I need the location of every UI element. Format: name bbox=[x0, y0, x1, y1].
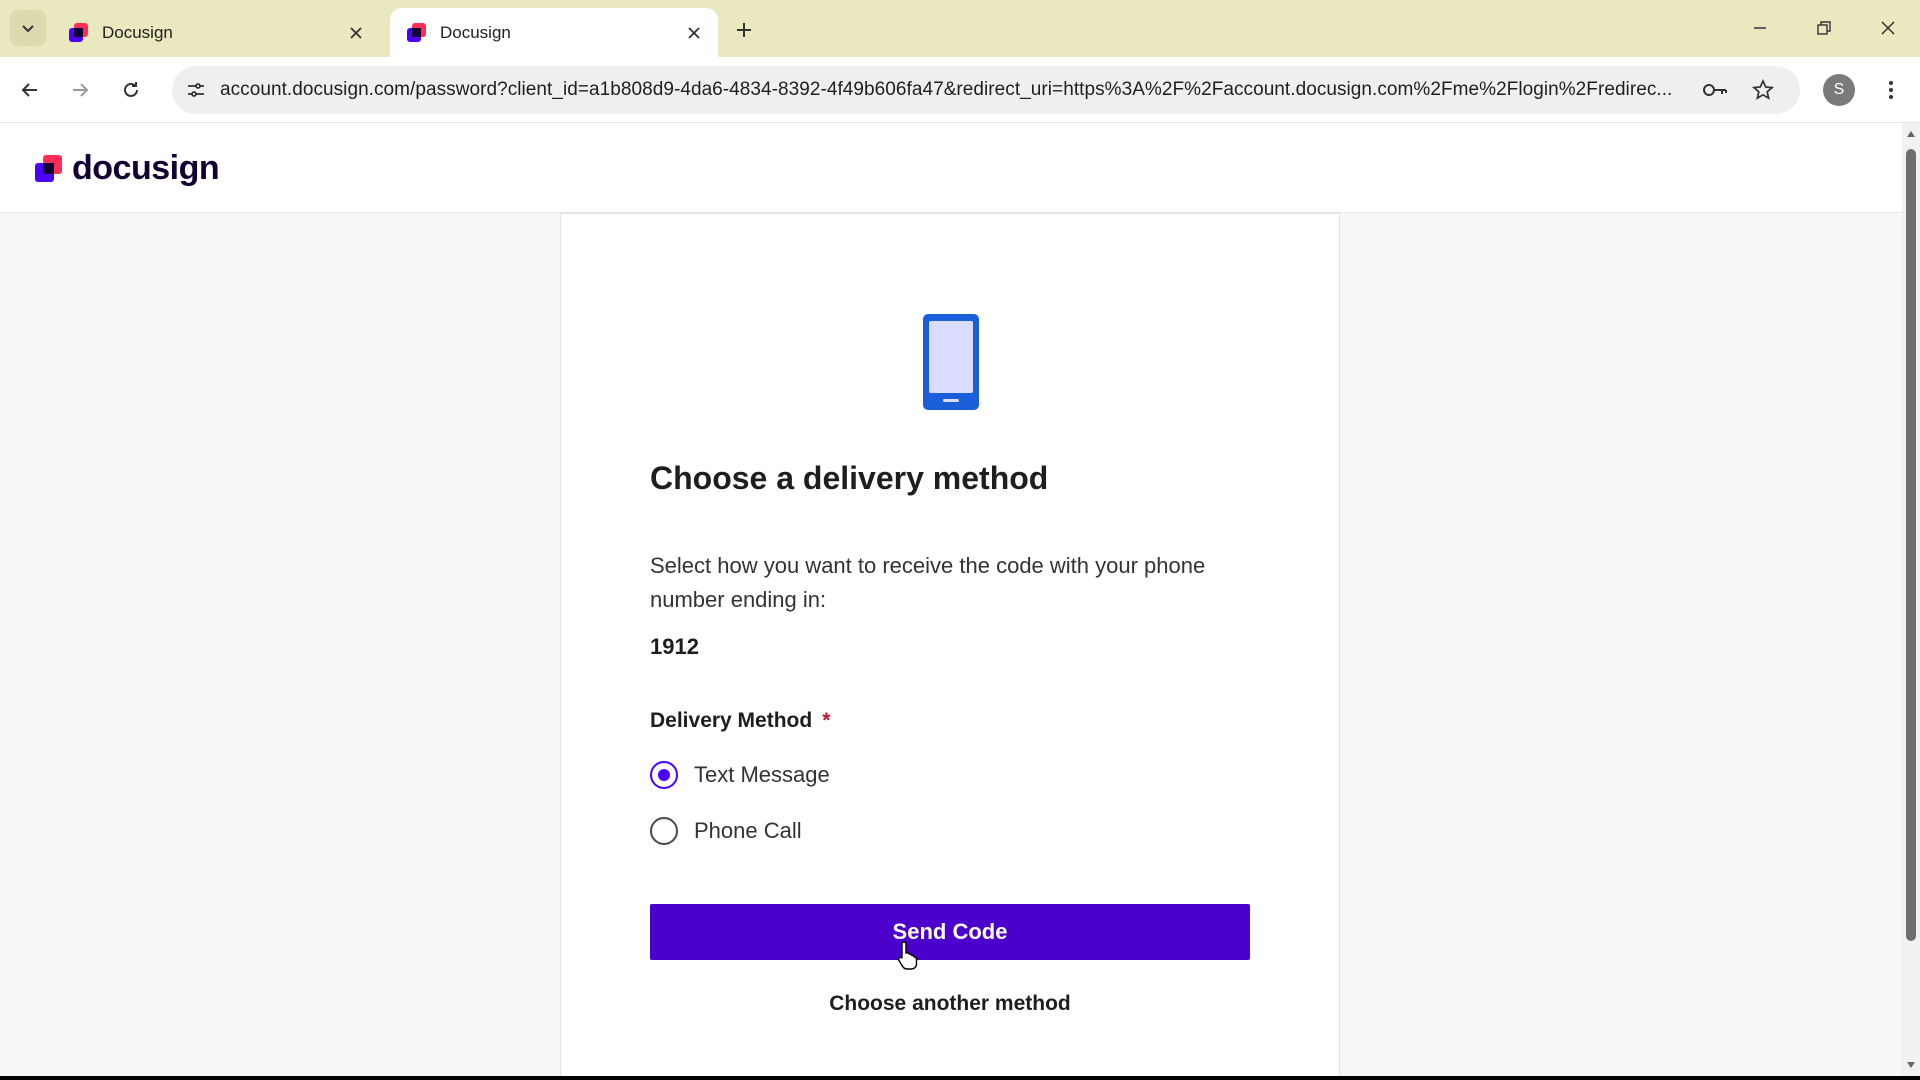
page-viewport: docusign Choose a delivery method Select… bbox=[0, 123, 1902, 1076]
plus-icon bbox=[737, 23, 751, 37]
logo-text: docusign bbox=[72, 149, 220, 187]
url-text[interactable]: account.docusign.com/password?client_id=… bbox=[220, 79, 1690, 101]
profile-avatar[interactable]: S bbox=[1823, 74, 1855, 106]
close-window-button[interactable] bbox=[1868, 8, 1908, 48]
phone-call-label[interactable]: Phone Call bbox=[694, 818, 802, 844]
send-code-button[interactable]: Send Code bbox=[650, 904, 1250, 960]
page-title: Choose a delivery method bbox=[650, 460, 1049, 496]
close-tab-icon[interactable] bbox=[346, 23, 366, 43]
chevron-down-icon bbox=[22, 25, 34, 33]
star-icon bbox=[1752, 79, 1774, 100]
required-indicator: * bbox=[822, 709, 831, 732]
docusign-favicon-icon bbox=[68, 22, 90, 44]
restore-button[interactable] bbox=[1804, 8, 1844, 48]
page-scrollbar[interactable] bbox=[1902, 123, 1920, 1076]
docusign-favicon-icon bbox=[406, 22, 428, 44]
close-icon bbox=[1881, 21, 1895, 35]
new-tab-button[interactable] bbox=[728, 14, 760, 46]
address-bar[interactable]: account.docusign.com/password?client_id=… bbox=[172, 66, 1800, 114]
browser-menu-button[interactable] bbox=[1874, 73, 1908, 107]
arrow-right-icon bbox=[73, 83, 89, 97]
tab-title: Docusign bbox=[440, 22, 511, 42]
more-vert-icon bbox=[1889, 81, 1893, 99]
restore-icon bbox=[1817, 21, 1831, 35]
tab-docusign-1[interactable]: Docusign bbox=[52, 8, 380, 57]
scroll-thumb[interactable] bbox=[1906, 149, 1916, 941]
forward-button[interactable] bbox=[61, 71, 99, 109]
tab-title: Docusign bbox=[102, 22, 173, 42]
delivery-method-label-text: Delivery Method bbox=[650, 709, 813, 732]
option-text-message[interactable]: Text Message bbox=[650, 761, 830, 789]
choose-another-method-link[interactable]: Choose another method bbox=[650, 992, 1250, 1016]
minimize-button[interactable] bbox=[1740, 8, 1780, 48]
bookmark-button[interactable] bbox=[1748, 75, 1778, 105]
scroll-up-arrow-icon[interactable] bbox=[1906, 129, 1916, 139]
tab-docusign-2[interactable]: Docusign bbox=[390, 8, 718, 57]
site-header: docusign bbox=[0, 123, 1902, 213]
tab-search-button[interactable] bbox=[10, 10, 46, 46]
mobile-phone-icon bbox=[921, 312, 981, 412]
docusign-logo-icon bbox=[34, 154, 64, 184]
password-key-button[interactable] bbox=[1700, 76, 1730, 104]
phone-call-radio[interactable] bbox=[650, 817, 678, 845]
delivery-method-label: Delivery Method * bbox=[650, 709, 830, 733]
back-button[interactable] bbox=[11, 71, 49, 109]
tab-strip: Docusign Docusign bbox=[0, 0, 1920, 57]
option-phone-call[interactable]: Phone Call bbox=[650, 817, 802, 845]
reload-icon bbox=[124, 82, 138, 97]
close-tab-icon[interactable] bbox=[684, 23, 704, 43]
phone-last-digits: 1912 bbox=[650, 634, 699, 659]
minimize-icon bbox=[1754, 27, 1766, 29]
site-info-button[interactable] bbox=[182, 76, 210, 104]
text-message-label[interactable]: Text Message bbox=[694, 762, 830, 788]
tune-icon bbox=[188, 83, 204, 97]
delivery-method-card: Choose a delivery method Select how you … bbox=[560, 213, 1340, 1076]
hand-pointer-cursor-icon bbox=[897, 940, 919, 970]
browser-toolbar: account.docusign.com/password?client_id=… bbox=[0, 57, 1920, 123]
scroll-down-arrow-icon[interactable] bbox=[1906, 1060, 1916, 1070]
docusign-logo[interactable]: docusign bbox=[34, 149, 220, 188]
reload-button[interactable] bbox=[112, 71, 150, 109]
instructions-text: Select how you want to receive the code … bbox=[650, 553, 1206, 612]
key-icon bbox=[1703, 84, 1727, 96]
arrow-left-icon bbox=[21, 83, 37, 97]
text-message-radio[interactable] bbox=[650, 761, 678, 789]
